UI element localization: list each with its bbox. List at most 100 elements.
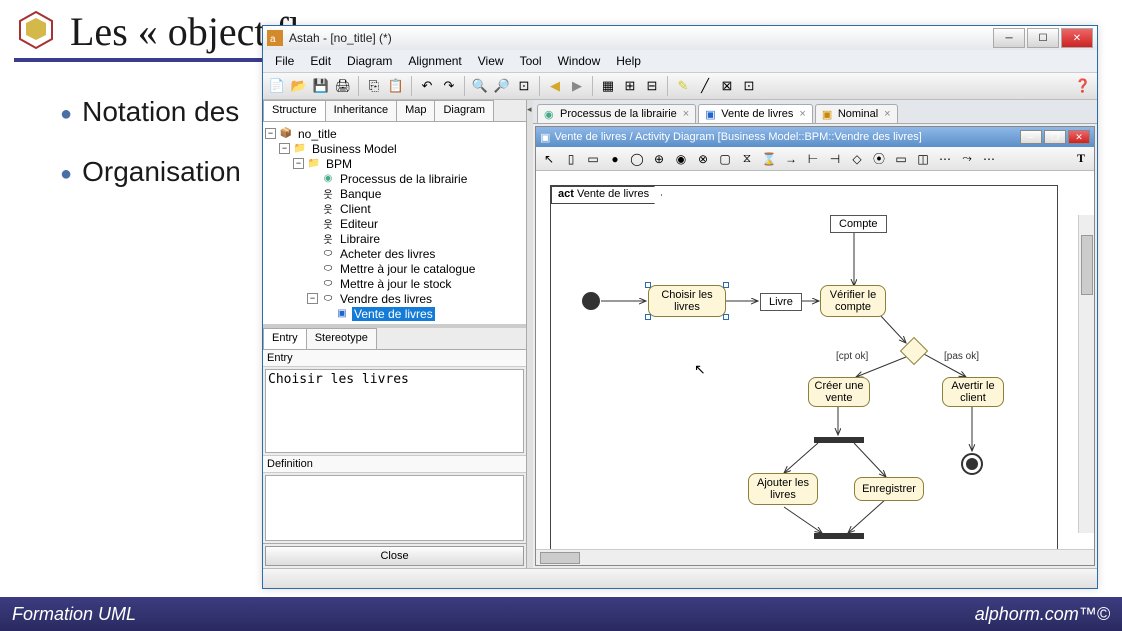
tool-icon-5[interactable]: ⊡ [739,76,759,96]
minimize-button[interactable]: ─ [993,28,1025,48]
doc-tab-nominal[interactable]: ▣Nominal× [815,104,898,123]
help-icon[interactable]: ❓ [1073,76,1093,96]
dep-tool-icon[interactable]: ⤳ [958,150,976,168]
tab-map[interactable]: Map [396,100,435,121]
diagram-canvas[interactable]: act Vente de livres [536,171,1094,549]
activity-enreg[interactable]: Enregistrer [854,477,924,501]
decision-tool-icon[interactable]: ◇ [848,150,866,168]
tab-stereotype[interactable]: Stereotype [306,328,377,349]
tool-icon-3[interactable]: ⊟ [642,76,662,96]
menu-window[interactable]: Window [550,52,609,70]
note-tool-icon[interactable]: ▭ [892,150,910,168]
activity-ajouter[interactable]: Ajouter les livres [748,473,818,505]
paste-icon[interactable]: 📋 [386,76,406,96]
tool-icon-1[interactable]: ▦ [598,76,618,96]
tree-libraire[interactable]: 웃Libraire [265,231,524,246]
select-tool-icon[interactable]: ↖ [540,150,558,168]
object-tool-icon[interactable]: ▢ [716,150,734,168]
diagram-maximize-button[interactable]: ❐ [1044,130,1066,144]
diagram-minimize-button[interactable]: ─ [1020,130,1042,144]
activity-verifier[interactable]: Vérifier le compte [820,285,886,317]
highlight-icon[interactable]: ✎ [673,76,693,96]
properties-close-button[interactable]: Close [265,546,524,566]
tab-structure[interactable]: Structure [263,100,326,121]
maximize-button[interactable]: ☐ [1027,28,1059,48]
close-tab-icon[interactable]: × [799,108,805,120]
initial-tool-icon[interactable]: ● [606,150,624,168]
doc-tab-processus[interactable]: ◉Processus de la librairie× [537,104,696,123]
doc-tab-vente[interactable]: ▣Vente de livres× [698,104,813,123]
zoom-out-icon[interactable]: 🔍 [470,76,490,96]
tree-bm[interactable]: −📁Business Model [265,141,524,156]
tree-majstock[interactable]: ⬭Mettre à jour le stock [265,276,524,291]
join-tool-icon[interactable]: ⊣ [826,150,844,168]
back-icon[interactable]: ◀ [545,76,565,96]
tree-acheter[interactable]: ⬭Acheter des livres [265,246,524,261]
tab-entry[interactable]: Entry [263,328,307,349]
flow-tool-icon[interactable]: → [782,150,800,168]
undo-icon[interactable]: ↶ [417,76,437,96]
tab-inheritance[interactable]: Inheritance [325,100,397,121]
zoom-in-icon[interactable]: 🔎 [492,76,512,96]
tree-proc[interactable]: ◉Processus de la librairie [265,171,524,186]
close-tab-icon[interactable]: × [683,108,689,120]
object-compte[interactable]: Compte [830,215,887,233]
new-icon[interactable]: 📄 [267,76,287,96]
forward-icon[interactable]: ▶ [567,76,587,96]
copy-icon[interactable]: ⎘ [364,76,384,96]
definition-input[interactable] [265,475,524,541]
final-tool-icon[interactable]: ◯ [628,150,646,168]
fork-bar-1[interactable] [814,437,864,443]
more-tool-icon[interactable]: ⋯ [936,150,954,168]
titlebar[interactable]: a Astah - [no_title] (*) ─ ☐ ✕ [263,26,1097,50]
menu-alignment[interactable]: Alignment [400,52,469,70]
initial-node[interactable] [582,292,600,310]
more2-tool-icon[interactable]: ⋯ [980,150,998,168]
merge-tool-icon[interactable]: ⊗ [694,150,712,168]
save-icon[interactable]: 💾 [311,76,331,96]
activity-creer[interactable]: Créer une vente [808,377,870,407]
menu-edit[interactable]: Edit [302,52,339,70]
tab-diagram[interactable]: Diagram [434,100,494,121]
object-livre[interactable]: Livre [760,293,802,311]
flowfinal-tool-icon[interactable]: ⊕ [650,150,668,168]
menu-help[interactable]: Help [608,52,649,70]
tree-client[interactable]: 웃Client [265,201,524,216]
splitter[interactable] [527,100,533,568]
menu-diagram[interactable]: Diagram [339,52,400,70]
tool-icon-2[interactable]: ⊞ [620,76,640,96]
line-icon[interactable]: ╱ [695,76,715,96]
tree-majcat[interactable]: ⬭Mettre à jour le catalogue [265,261,524,276]
menu-view[interactable]: View [470,52,512,70]
activity-avertir[interactable]: Avertir le client [942,377,1004,407]
menu-file[interactable]: File [267,52,302,70]
redo-icon[interactable]: ↷ [439,76,459,96]
diagram-close-button[interactable]: ✕ [1068,130,1090,144]
pin-tool-icon[interactable]: ◫ [914,150,932,168]
tree-vendre[interactable]: −⬭Vendre des livres [265,291,524,306]
print-icon[interactable]: 🖨 [333,76,353,96]
connector-tool-icon[interactable]: ⦿ [870,150,888,168]
text-tool-icon[interactable]: T [1072,150,1090,168]
tree-bpm[interactable]: −📁BPM [265,156,524,171]
zoom-fit-icon[interactable]: ⊡ [514,76,534,96]
open-icon[interactable]: 📂 [289,76,309,96]
fork-bar-2[interactable] [814,533,864,539]
diagram-titlebar[interactable]: ▣ Vente de livres / Activity Diagram [Bu… [536,127,1094,147]
vertical-scrollbar[interactable] [1078,215,1094,533]
horizontal-scrollbar[interactable] [536,549,1094,565]
time-tool-icon[interactable]: ⌛ [760,150,778,168]
tree-editeur[interactable]: 웃Editeur [265,216,524,231]
entry-input[interactable]: Choisir les livres [265,369,524,453]
signal-tool-icon[interactable]: ⧖ [738,150,756,168]
tree-vente[interactable]: ▣Vente de livres [265,306,524,321]
tool-icon-4[interactable]: ⊠ [717,76,737,96]
fork-tool-icon[interactable]: ⊢ [804,150,822,168]
activity-choisir[interactable]: Choisir les livres [648,285,726,317]
menu-tool[interactable]: Tool [512,52,550,70]
action-tool-icon[interactable]: ▭ [584,150,602,168]
close-tab-icon[interactable]: × [884,108,890,120]
tree-root[interactable]: −📦no_title [265,126,524,141]
partition-tool-icon[interactable]: ▯ [562,150,580,168]
tree-banque[interactable]: 웃Banque [265,186,524,201]
